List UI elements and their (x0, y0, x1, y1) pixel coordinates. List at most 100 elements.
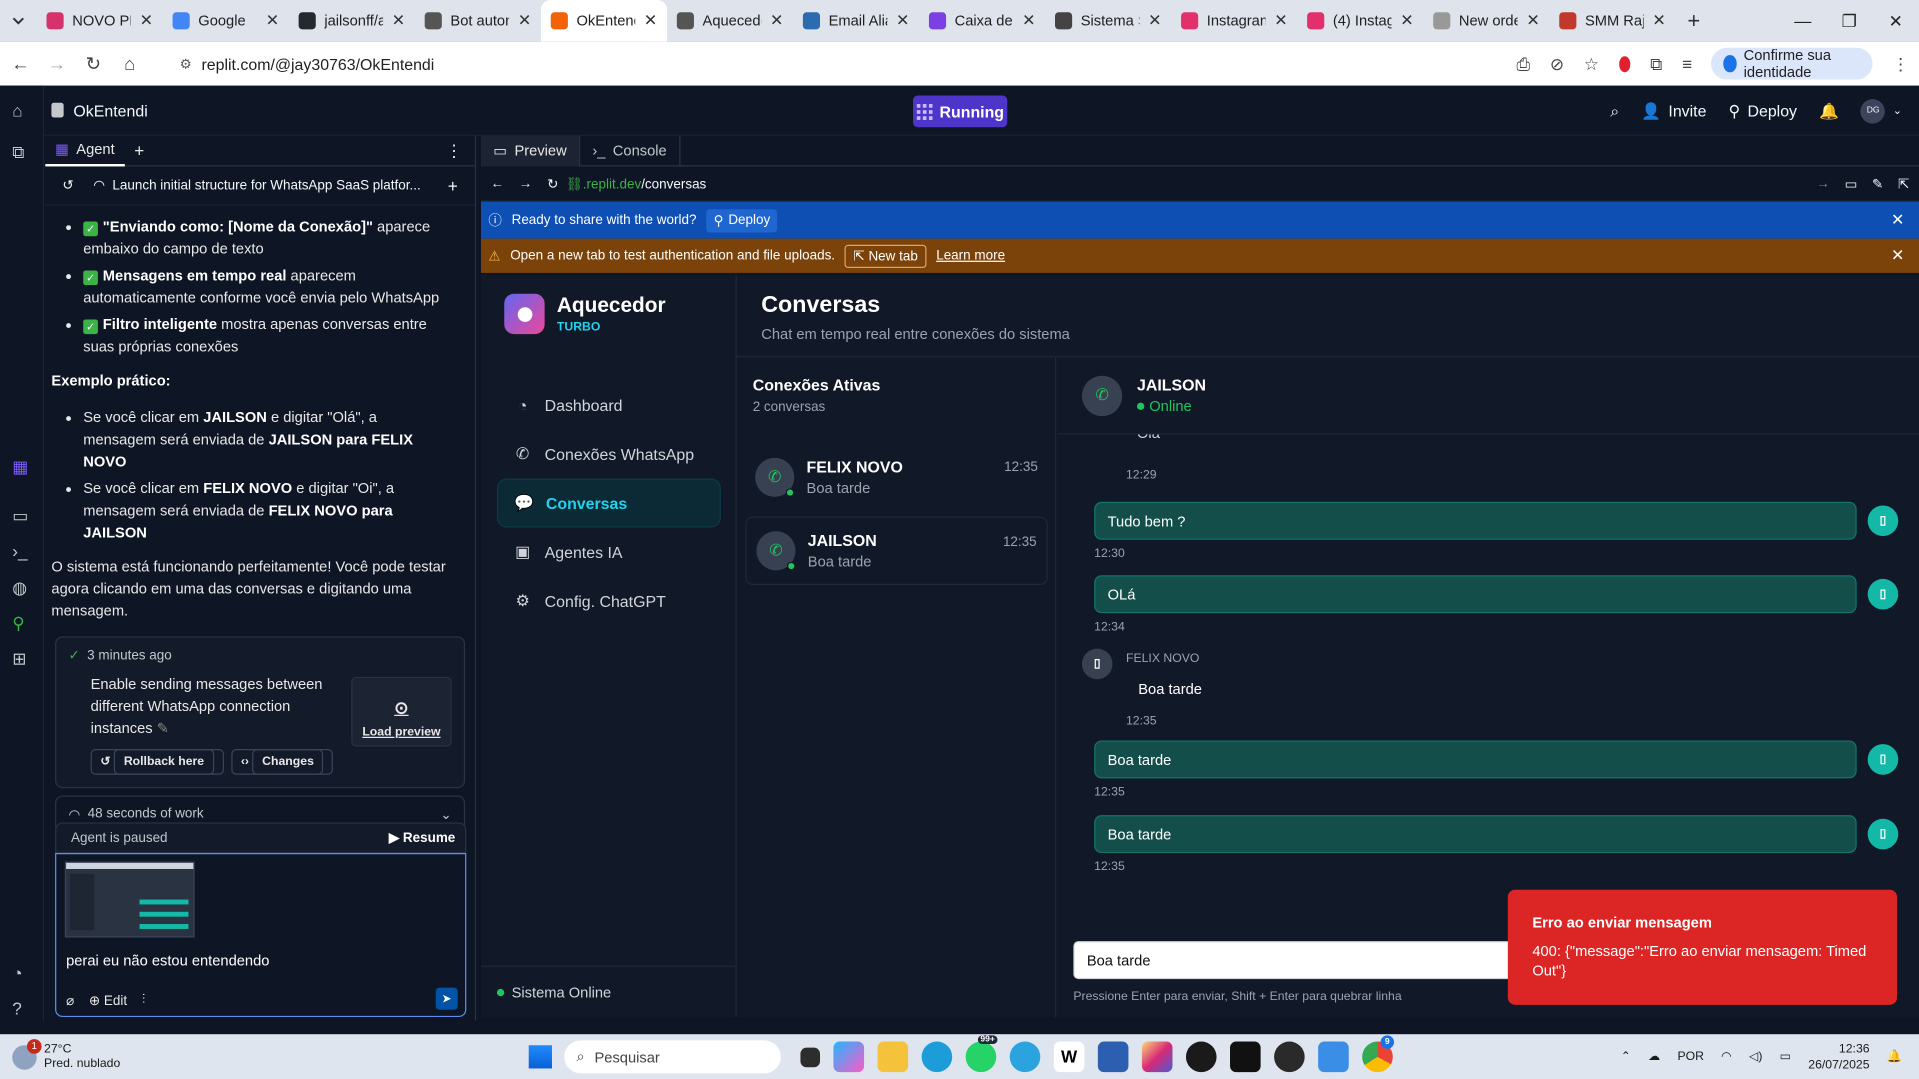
close-tab-icon[interactable]: ✕ (392, 11, 405, 31)
browser-menu-icon[interactable]: ⋮ (1892, 53, 1909, 74)
close-tab-icon[interactable]: ✕ (1652, 11, 1665, 31)
language-indicator[interactable]: POR (1677, 1050, 1704, 1063)
close-tab-icon[interactable]: ✕ (1274, 11, 1287, 31)
close-tab-icon[interactable]: ✕ (1526, 11, 1539, 31)
browser-tab[interactable]: Email Alias ✕ (793, 0, 919, 42)
windows-start-icon[interactable] (528, 1045, 552, 1069)
search-icon[interactable]: ⌕ (1610, 101, 1619, 121)
task-view-icon[interactable] (800, 1047, 821, 1068)
whatsapp-app-icon[interactable]: 99+ (965, 1035, 998, 1073)
attached-screenshot[interactable] (64, 861, 195, 938)
chrome-icon[interactable]: 9 (1362, 1035, 1395, 1073)
open-arrow-icon[interactable]: → (1816, 176, 1829, 191)
browser-tab[interactable]: SMM Raja ✕ (1549, 0, 1675, 42)
panel-menu-icon[interactable]: ⋮ (445, 140, 474, 161)
instagram-app-icon[interactable] (1141, 1041, 1173, 1073)
tab-agent[interactable]: ▦ Agent (45, 135, 125, 166)
tab-preview[interactable]: ▭ Preview (480, 135, 581, 166)
thread-title[interactable]: Launch initial structure for WhatsApp Sa… (112, 178, 420, 193)
minimize-button[interactable]: — (1780, 10, 1827, 31)
conversation-item[interactable]: ✆ JAILSON Boa tarde 12:35 (745, 516, 1048, 586)
agent-input[interactable]: perai eu não estou entendendo ⌀ ⊕ Edit ⫶… (55, 853, 467, 1018)
invite-button[interactable]: 👤 Invite (1641, 101, 1706, 121)
resume-button[interactable]: ▶ Resume (389, 830, 455, 846)
help-icon[interactable]: ? (12, 999, 32, 1019)
nav-item-config-chatgpt[interactable]: ⚙ Config. ChatGPT (497, 576, 721, 625)
devtools-icon[interactable]: ✎ (1872, 176, 1883, 192)
agent-icon[interactable]: ▦ (12, 457, 32, 477)
notifications-icon[interactable]: ◔ (12, 963, 32, 983)
close-tab-icon[interactable]: ✕ (770, 11, 783, 31)
rollback-button[interactable]: ↺ Rollback here (90, 749, 224, 775)
browser-tab[interactable]: (4) Instagr ✕ (1297, 0, 1423, 42)
notepad-icon[interactable] (1318, 1041, 1349, 1073)
close-tab-icon[interactable]: ✕ (1022, 11, 1035, 31)
copilot-icon[interactable] (833, 1041, 865, 1073)
run-button[interactable]: Running (913, 95, 1008, 128)
pencil-icon[interactable]: ✎ (157, 720, 169, 737)
whatsapp-desktop-icon[interactable] (1185, 1041, 1217, 1073)
browser-tab[interactable]: New order ✕ (1423, 0, 1549, 42)
capcut-icon[interactable] (1230, 1041, 1261, 1073)
deploy-rail-icon[interactable]: ⚲ (12, 613, 32, 633)
clock[interactable]: 12:36 26/07/2025 (1808, 1041, 1869, 1073)
bell-icon[interactable]: 🔔 (1819, 101, 1839, 121)
wifi-icon[interactable]: ◠ (1721, 1050, 1732, 1063)
new-thread-button[interactable]: + (448, 176, 458, 196)
external-link-icon[interactable]: ⇱ (1898, 176, 1909, 192)
edge-icon[interactable] (921, 1041, 953, 1073)
notification-bell-icon[interactable]: 🔔 (1887, 1050, 1902, 1063)
devices-icon[interactable]: ▭ (1845, 176, 1858, 192)
close-tab-icon[interactable]: ✕ (266, 11, 279, 31)
file-explorer-icon[interactable] (877, 1041, 909, 1073)
back-icon[interactable]: ← (491, 176, 504, 191)
add-tab-button[interactable]: + (124, 141, 154, 161)
conversation-item[interactable]: ✆ FELIX NOVO Boa tarde 12:35 (745, 443, 1047, 512)
home-button[interactable]: ⌂ (119, 51, 141, 75)
browser-tab[interactable]: OkEntendi ✕ (540, 0, 668, 42)
record-extension-icon[interactable] (1618, 55, 1631, 72)
url-bar[interactable]: ⚙ replit.com/@jay30763/OkEntendi (167, 46, 1502, 81)
paperclip-icon[interactable]: ⌀ (66, 993, 74, 1009)
browser-tab[interactable]: Caixa de e ✕ (919, 0, 1045, 42)
new-tab-link-button[interactable]: ⇱ New tab (844, 244, 927, 268)
reload-button[interactable]: ↻ (82, 51, 104, 75)
changes-button[interactable]: ‹› Changes (231, 749, 334, 775)
close-banner-button[interactable]: ✕ (1891, 211, 1904, 231)
all-tools-icon[interactable]: ⊞ (12, 649, 32, 669)
app-dark-icon[interactable] (1274, 1041, 1305, 1073)
tab-console[interactable]: ›_ Console (580, 135, 681, 166)
browser-tab[interactable]: jailsonff/at ✕ (289, 0, 415, 42)
edit-button[interactable]: ⊕ Edit (89, 993, 127, 1009)
close-tab-icon[interactable]: ✕ (140, 11, 153, 31)
close-tab-icon[interactable]: ✕ (1148, 11, 1161, 31)
deploy-button[interactable]: ⚲ Deploy (1728, 101, 1797, 121)
forward-icon[interactable]: → (519, 176, 532, 191)
files-panel-icon[interactable]: ⧉ (12, 142, 32, 162)
weather-widget[interactable]: 1 27°C Pred. nublado (12, 1038, 120, 1071)
media-controls-icon[interactable]: ≡ (1682, 54, 1692, 74)
cloud-icon[interactable]: ☁ (1648, 1050, 1660, 1063)
nav-item-conversas[interactable]: 💬 Conversas (496, 478, 721, 528)
close-tab-icon[interactable]: ✕ (896, 11, 909, 31)
site-info-icon[interactable]: ⚙ (180, 56, 192, 72)
error-toast[interactable]: Erro ao enviar mensagem 400: {"message":… (1507, 889, 1898, 1005)
browser-tab[interactable]: NOVO PED ✕ (37, 0, 163, 42)
app-w-icon[interactable]: W (1053, 1041, 1085, 1073)
bookmark-star-icon[interactable]: ☆ (1584, 53, 1599, 74)
eye-off-icon[interactable]: ⊘ (1550, 53, 1564, 74)
app-icon[interactable] (1097, 1041, 1129, 1073)
console-icon[interactable]: ›_ (12, 541, 32, 561)
send-button[interactable]: ➤ (435, 987, 458, 1010)
volume-icon[interactable]: ◁) (1749, 1050, 1763, 1063)
taskbar-search[interactable]: ⌕ Pesquisar (564, 1040, 781, 1074)
settings-sliders-icon[interactable]: ⫶ (142, 993, 145, 1009)
nav-item-conex-es-whatsapp[interactable]: ✆ Conexões WhatsApp (497, 430, 721, 479)
database-icon[interactable]: ◍ (12, 578, 32, 598)
browser-tab[interactable]: Sistema Sa ✕ (1045, 0, 1171, 42)
load-preview-button[interactable]: ⊙ Load preview (351, 676, 452, 747)
close-tab-icon[interactable]: ✕ (518, 11, 531, 31)
browser-tab[interactable]: Google ✕ (163, 0, 289, 42)
new-tab-button[interactable]: + (1676, 8, 1713, 34)
back-button[interactable]: ← (10, 51, 32, 75)
